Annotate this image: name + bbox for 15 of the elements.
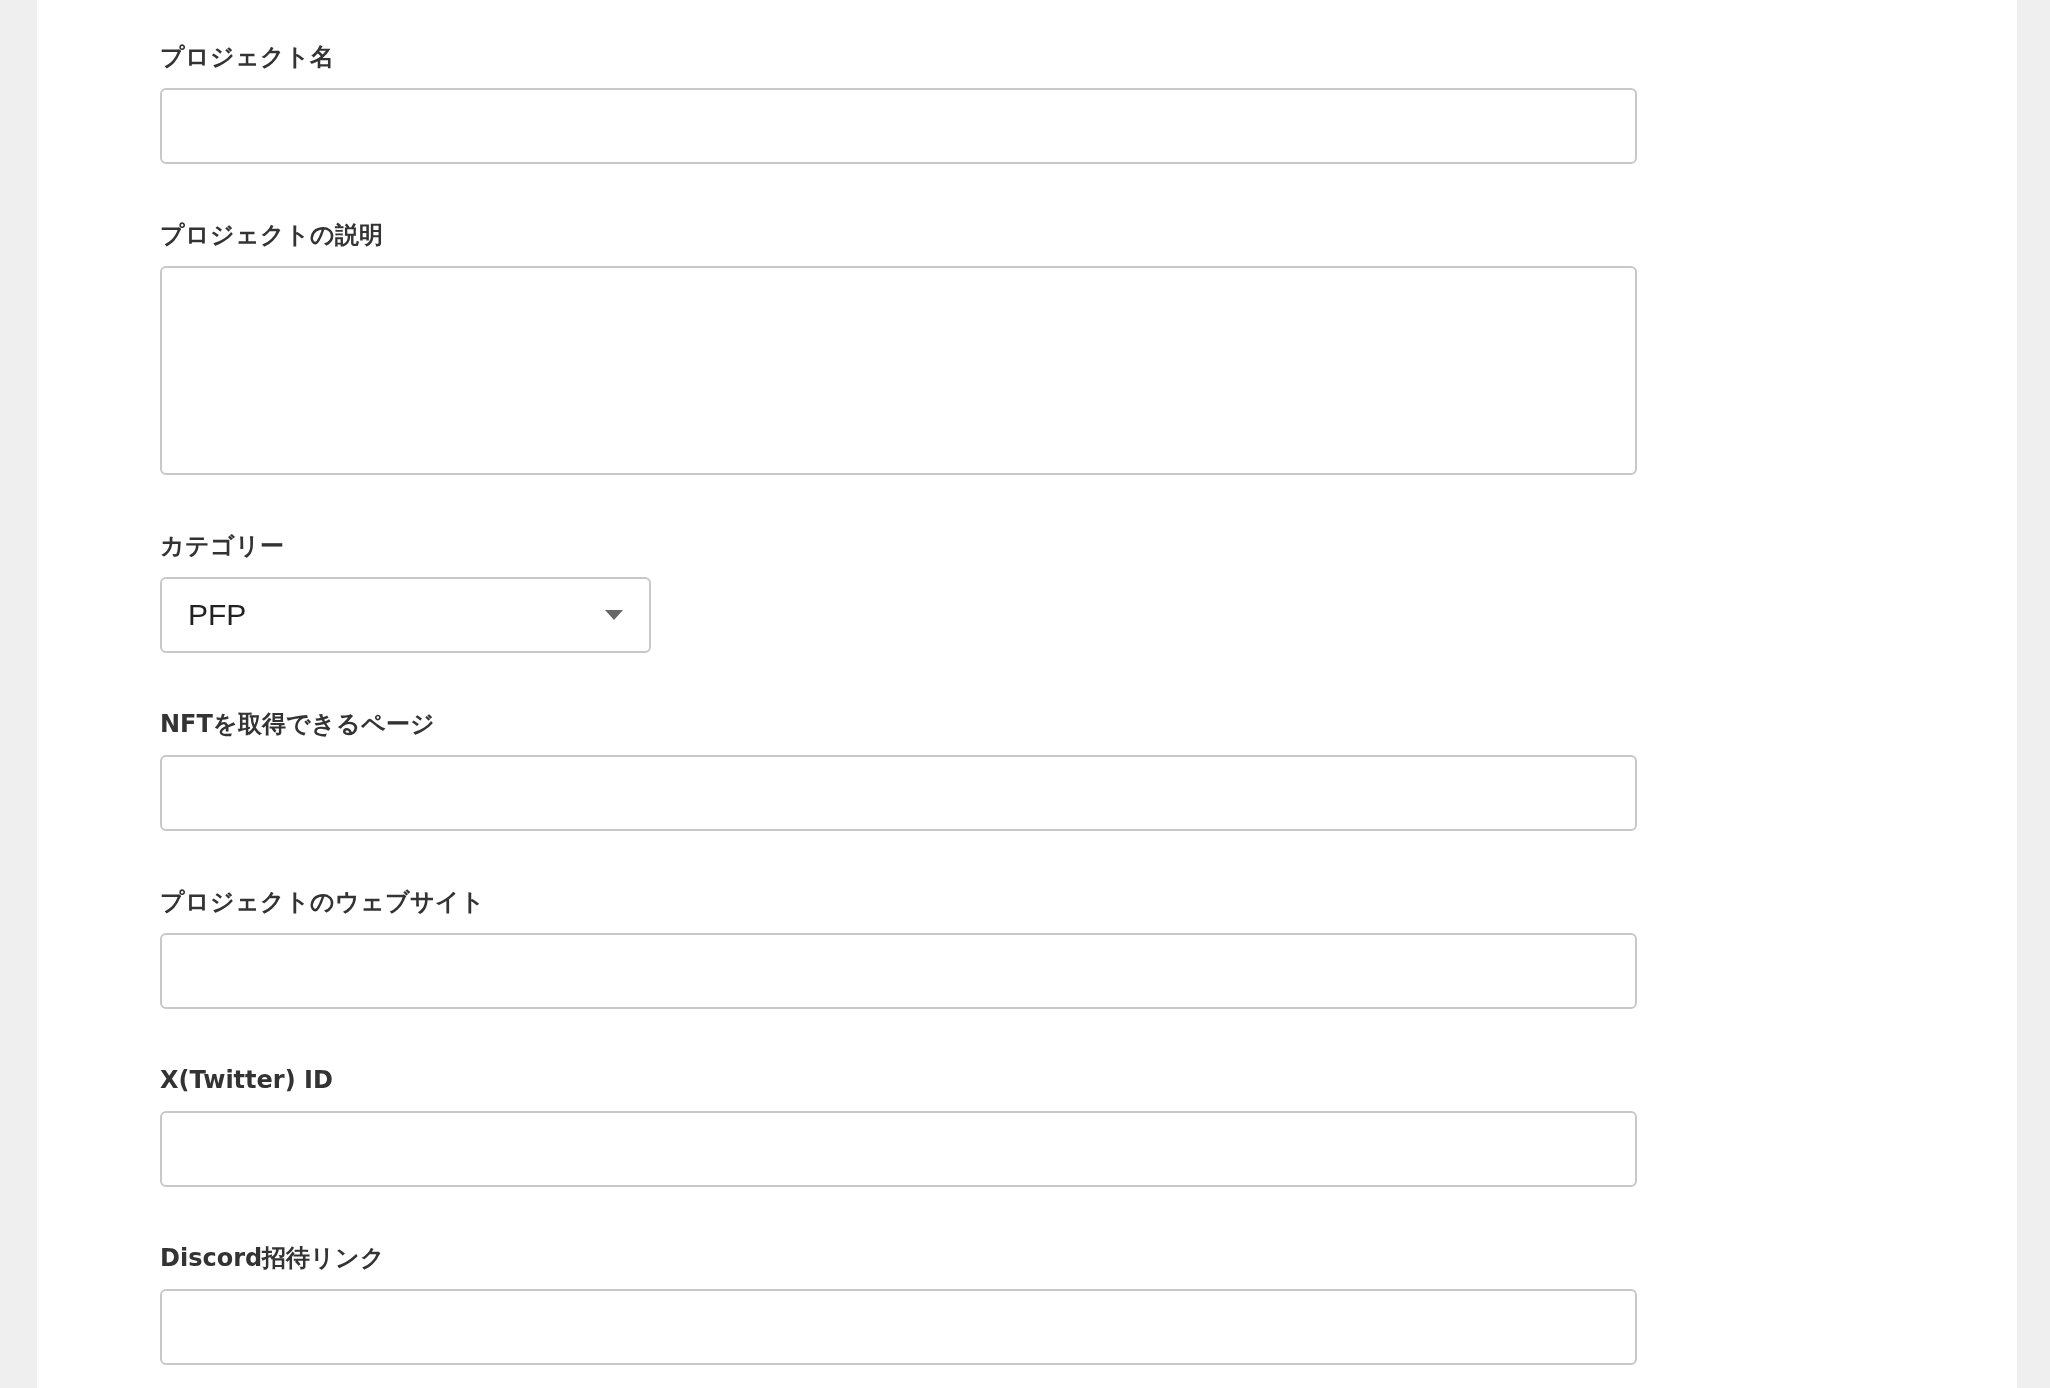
field-label: Discord招待リンク xyxy=(160,1243,386,1274)
field-label: カテゴリー xyxy=(160,531,284,562)
caret-icon xyxy=(605,610,623,620)
field-label: プロジェクト名 xyxy=(160,42,334,73)
field-label: プロジェクトのウェブサイト xyxy=(160,887,485,918)
text-area[interactable] xyxy=(160,266,1637,475)
input-field[interactable] xyxy=(160,1111,1637,1187)
input-field[interactable] xyxy=(160,88,1637,164)
input-field[interactable] xyxy=(160,1289,1637,1365)
input-field[interactable] xyxy=(160,755,1637,831)
field-label: NFTを取得できるページ xyxy=(160,709,435,740)
category-dropdown[interactable]: PFP xyxy=(160,577,651,653)
input-field[interactable] xyxy=(160,933,1637,1009)
field-label: X(Twitter) ID xyxy=(160,1065,333,1096)
field-label: プロジェクトの説明 xyxy=(160,220,383,251)
